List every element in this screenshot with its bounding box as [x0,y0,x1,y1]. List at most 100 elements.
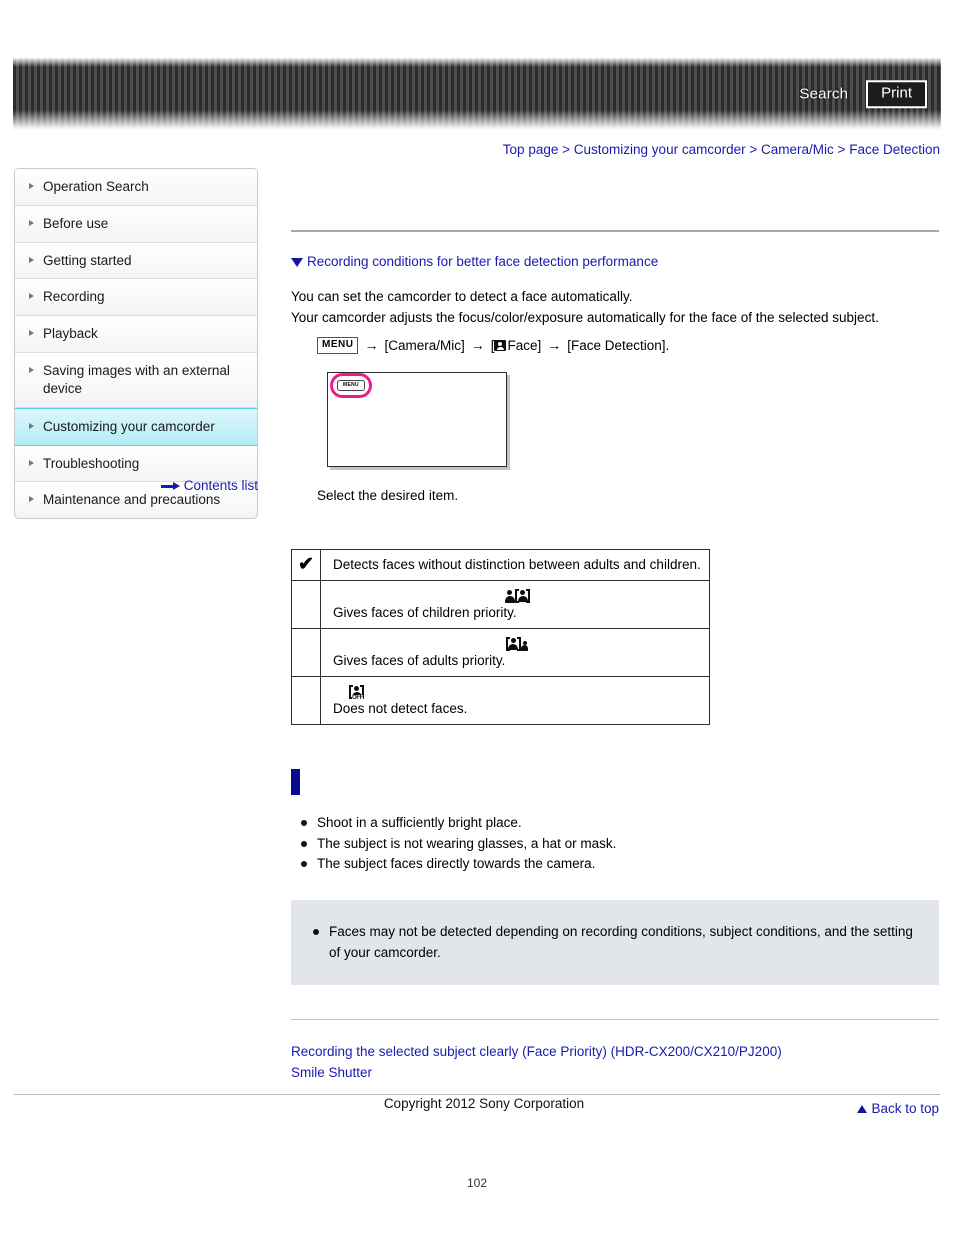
sidebar-item-label: Recording [43,289,105,305]
face-off-glyph: OFF [349,684,364,701]
illustration-caption: Select the desired item. [317,487,459,503]
header-controls: Search Print [799,80,927,108]
chevron-right-icon [29,256,34,263]
sidebar-item-getting-started[interactable]: Getting started [15,242,257,280]
conditions-bullet-list: Shoot in a sufficiently bright place. Th… [291,813,939,875]
site-header-bar: Search Print [13,58,941,130]
related-link-face-priority[interactable]: Recording the selected subject clearly (… [291,1042,939,1063]
sidebar-item-recording[interactable]: Recording [15,279,257,317]
breadcrumb-separator: > [837,142,846,157]
sidebar-item-saving-images-external-device[interactable]: Saving images with an external device [15,353,257,408]
breadcrumb-item-camera-mic[interactable]: Camera/Mic [761,142,834,157]
sidebar-nav: Operation Search Before use Getting star… [14,168,258,520]
table-row: ✔ Detects faces without distinction betw… [291,548,710,581]
anchor-link-recording-conditions[interactable]: Recording conditions for better face det… [291,254,939,269]
triangle-down-icon [291,258,303,267]
child-priority-glyph [504,588,530,603]
sidebar-item-label: Troubleshooting [43,455,140,471]
bracket-right [526,588,530,603]
adult-priority-glyph [505,636,529,651]
face-detection-off-icon: OFF [333,684,701,701]
section-marker-bar [291,768,300,795]
option-cell: OFF Does not detect faces. [320,675,710,725]
option-description: Detects faces without distinction betwee… [333,556,701,572]
sidebar-item-label: Playback [43,326,98,342]
highlight-ring [330,372,372,398]
note-bullet-list: Faces may not be detected depending on r… [303,922,919,963]
breadcrumb-item-face-detection[interactable]: Face Detection [849,142,940,157]
search-link[interactable]: Search [799,86,848,103]
option-description: Does not detect faces. [333,700,468,716]
sidebar-item-troubleshooting[interactable]: Troubleshooting [15,445,257,483]
breadcrumb-separator: > [562,142,571,157]
list-item: Shoot in a sufficiently bright place. [291,813,939,833]
child-priority-icon [333,588,701,604]
sidebar-item-playback[interactable]: Playback [15,316,257,354]
selected-checkmark [291,675,321,725]
sidebar-item-label: Saving images with an external device [43,363,230,396]
menu-button-chip: MENU [317,337,359,354]
content-top-divider [291,230,939,232]
options-table: ✔ Detects faces without distinction betw… [291,548,710,725]
related-link-smile-shutter[interactable]: Smile Shutter [291,1063,939,1084]
selected-checkmark [291,627,321,677]
chevron-right-icon [29,422,34,429]
intro-paragraph: You can set the camcorder to detect a fa… [291,287,939,328]
sidebar-item-customizing-your-camcorder[interactable]: Customizing your camcorder [15,407,257,446]
print-button[interactable]: Print [866,80,927,108]
option-description: Gives faces of adults priority. [333,652,506,668]
option-cell: Gives faces of children priority. [320,579,710,629]
list-item: The subject faces directly towards the c… [291,854,939,874]
breadcrumb-item-customizing-your-camcorder[interactable]: Customizing your camcorder [574,142,746,157]
sidebar-item-operation-search[interactable]: Operation Search [15,169,257,206]
contents-list-row: Contents list [14,478,258,493]
footer-divider [14,1094,940,1095]
off-label: OFF [352,694,364,701]
menu-step-camera-mic: [Camera/Mic] [384,337,465,353]
intro-line-1: You can set the camcorder to detect a fa… [291,289,633,304]
table-row: Gives faces of adults priority. [291,627,710,677]
sidebar-item-before-use[interactable]: Before use [15,205,257,243]
contents-list-link[interactable]: Contents list [184,478,258,493]
menu-step-face: [Face] [491,338,542,353]
sidebar-item-label: Customizing your camcorder [43,418,215,434]
related-links-divider [291,1018,939,1020]
camcorder-screen-illustration: MENU [327,371,512,472]
intro-line-2: Your camcorder adjusts the focus/color/e… [291,309,879,325]
face-icon [494,339,507,351]
chevron-right-icon [29,219,34,226]
related-links: Recording the selected subject clearly (… [291,1042,939,1084]
breadcrumb-separator: > [749,142,758,157]
adult-priority-icon [333,636,701,652]
menu-step-face-detection: [Face Detection]. [567,337,670,353]
menu-step-face-label: Face] [507,337,542,353]
bracketed-adult-face [505,636,521,651]
sidebar-item-label: Getting started [43,252,132,268]
sidebar-item-label: Maintenance and precautions [43,492,221,508]
list-item: The subject is not wearing glasses, a ha… [291,834,939,854]
chevron-right-icon [29,367,34,374]
option-cell: Gives faces of adults priority. [320,627,710,677]
sidebar-item-label: Before use [43,215,109,231]
chevron-right-icon [29,459,34,466]
chevron-right-icon [29,183,34,189]
list-item: Faces may not be detected depending on r… [303,922,919,963]
chevron-right-icon [29,330,34,337]
breadcrumb-item-top-page[interactable]: Top page [503,142,559,157]
person-silhouette [504,589,515,603]
arrow-icon: → [364,337,379,354]
child-silhouette [521,640,529,651]
breadcrumb: Top page > Customizing your camcorder > … [503,142,940,157]
page-number: 102 [466,1176,488,1190]
table-row: OFF Does not detect faces. [291,675,710,725]
option-cell: Detects faces without distinction betwee… [320,548,710,581]
chevron-right-icon [29,293,34,300]
chevron-right-icon [29,496,34,503]
anchor-link-label: Recording conditions for better face det… [307,254,659,269]
note-box: Faces may not be detected depending on r… [291,900,939,985]
option-description: Gives faces of children priority. [333,604,517,620]
menu-path-instruction: MENU → [Camera/Mic] → [Face] → [Face Det… [317,337,939,354]
bracketed-child-face [515,588,530,603]
selected-checkmark [291,579,321,629]
bracketed-face-off: OFF [349,684,364,701]
